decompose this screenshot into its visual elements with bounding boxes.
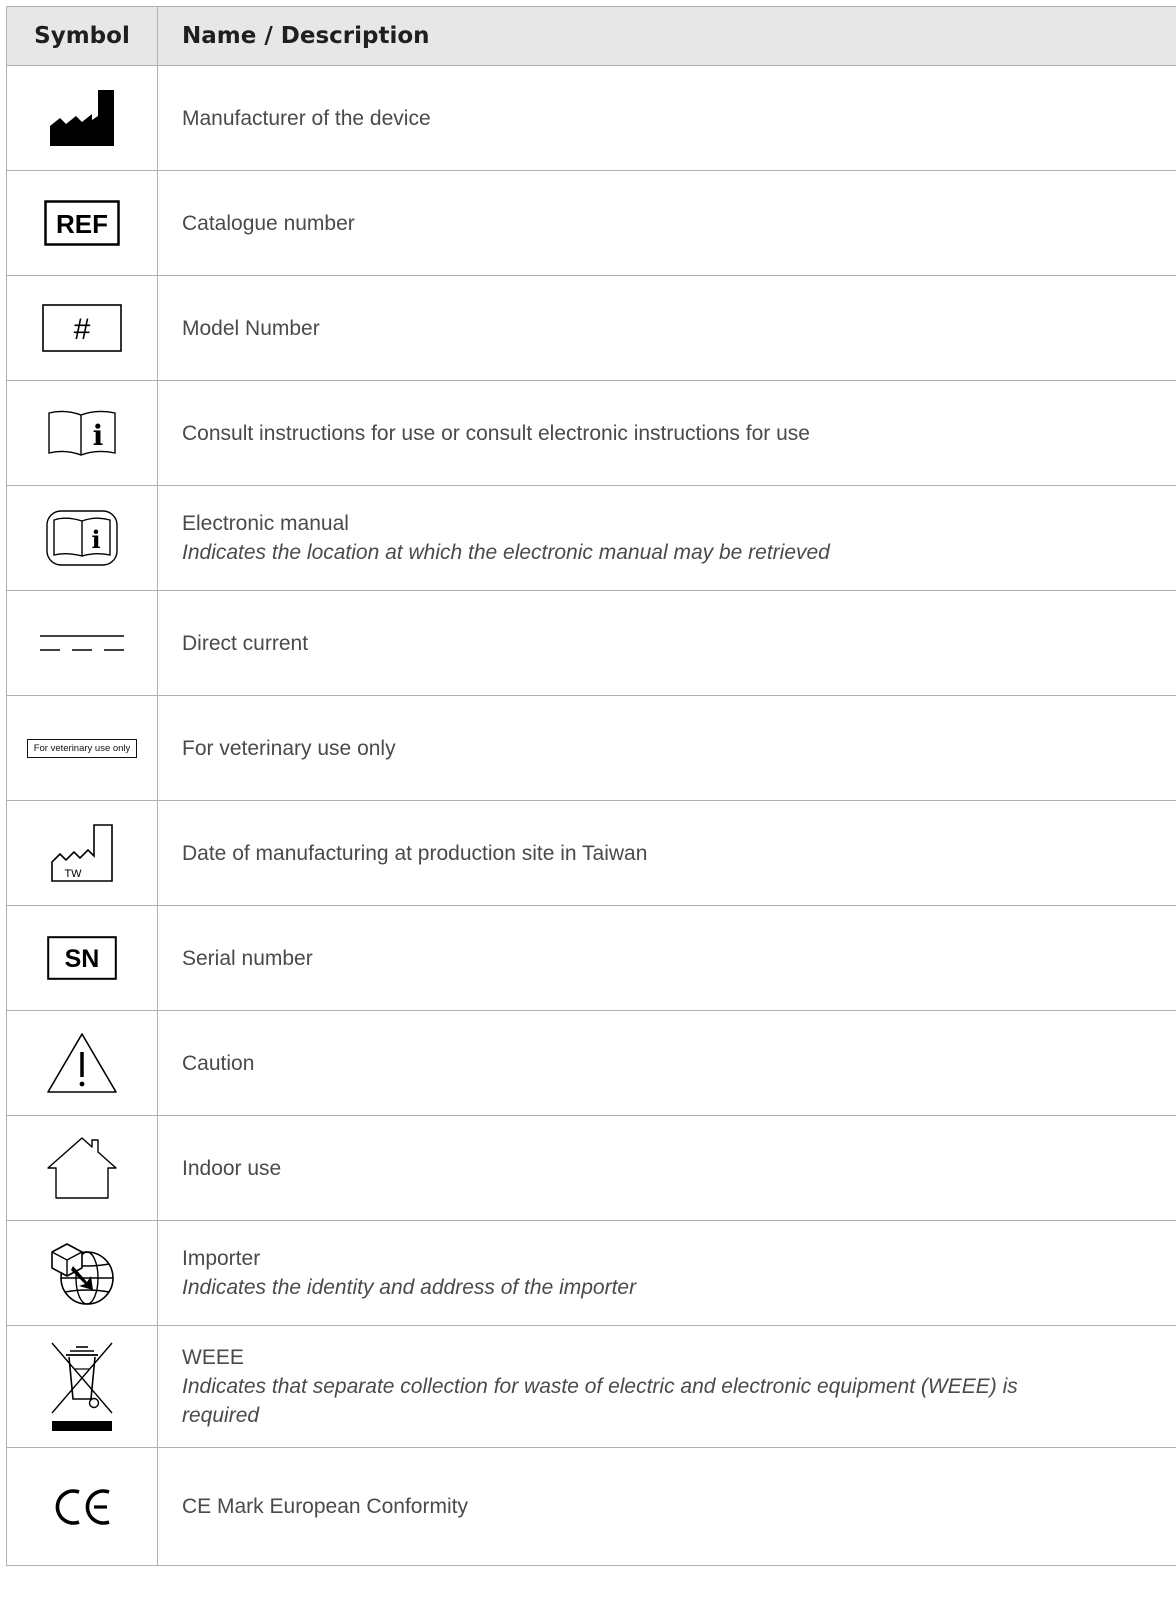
table-row: Direct current (7, 591, 1176, 696)
row-name: Indoor use (182, 1156, 282, 1180)
weee-icon (51, 1342, 113, 1431)
table-row: # Model Number (7, 276, 1176, 381)
row-name: Model Number (182, 316, 320, 340)
row-name: Consult instructions for use or consult … (182, 421, 810, 445)
veterinary-label-icon: For veterinary use only (26, 738, 138, 758)
table-row: WEEE Indicates that separate collection … (7, 1326, 1176, 1448)
row-name: CE Mark European Conformity (182, 1495, 468, 1518)
table-row: Manufacturer of the device (7, 66, 1176, 171)
table-row: For veterinary use only For veterinary u… (7, 696, 1176, 801)
indoor-use-icon (47, 1137, 117, 1199)
row-name: Electronic manual (182, 512, 349, 535)
manufacturer-icon (50, 90, 114, 146)
row-name: Catalogue number (182, 211, 355, 235)
table-row: REF Catalogue number (7, 171, 1176, 276)
table-row: TW Date of manufacturing at production s… (7, 801, 1176, 906)
table-row: i Electronic manual Indicates the locati… (7, 486, 1176, 591)
row-name: WEEE (182, 1346, 244, 1369)
importer-icon (51, 1243, 114, 1305)
electronic-manual-icon: i (46, 510, 118, 566)
row-name: Importer (182, 1247, 261, 1270)
table-row: Importer Indicates the identity and addr… (7, 1221, 1176, 1326)
header-name-description: Name / Description (182, 23, 430, 49)
row-name: Date of manufacturing at production site… (182, 841, 648, 865)
row-description: Indicates that separate collection for w… (182, 1375, 1018, 1427)
symbols-table: Symbol Name / Description Manufacturer o… (6, 6, 1176, 1566)
table-row: i Consult instructions for use or consul… (7, 381, 1176, 486)
serial-number-icon: SN (47, 936, 117, 980)
row-name: Caution (182, 1051, 255, 1075)
svg-text:i: i (93, 419, 104, 452)
svg-text:REF: REF (56, 209, 108, 239)
date-of-manufacture-icon: TW (51, 824, 113, 882)
svg-text:SN: SN (65, 945, 100, 973)
row-description: Indicates the location at which the elec… (182, 541, 830, 564)
table-header: Symbol Name / Description (7, 7, 1176, 66)
svg-text:i: i (91, 525, 100, 554)
table-row: Caution (7, 1011, 1176, 1116)
row-name: Serial number (182, 946, 313, 970)
row-description: Indicates the identity and address of th… (182, 1276, 637, 1299)
consult-instructions-icon: i (48, 410, 116, 457)
table-row: CE Mark European Conformity (7, 1448, 1176, 1566)
caution-icon (47, 1033, 117, 1093)
svg-text:TW: TW (64, 868, 82, 880)
direct-current-icon (40, 635, 124, 651)
row-name: Manufacturer of the device (182, 106, 431, 130)
model-number-icon: # (42, 304, 122, 352)
ce-mark-icon (55, 1488, 110, 1525)
row-name: Direct current (182, 631, 309, 655)
row-name: For veterinary use only (182, 736, 396, 760)
svg-text:#: # (74, 313, 91, 346)
table-row: Indoor use (7, 1116, 1176, 1221)
header-symbol: Symbol (7, 7, 158, 65)
table-row: SN Serial number (7, 906, 1176, 1011)
ref-icon: REF (44, 200, 120, 246)
